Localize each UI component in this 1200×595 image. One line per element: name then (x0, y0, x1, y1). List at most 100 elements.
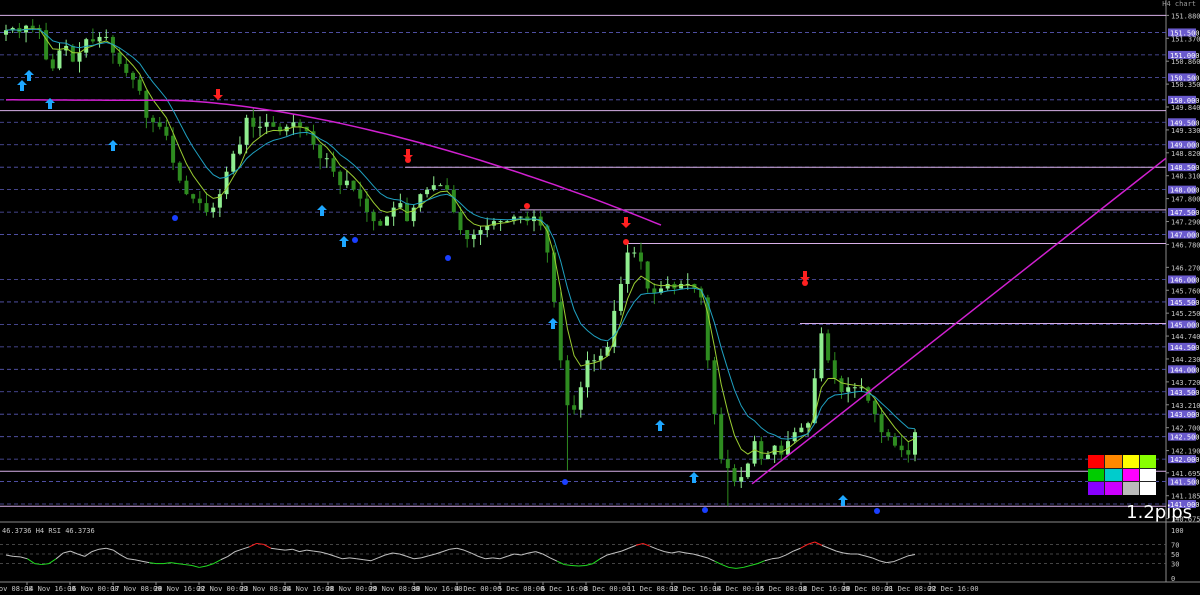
rsi-segment (542, 553, 551, 559)
color-swatch[interactable] (1139, 455, 1156, 468)
color-swatch[interactable] (1139, 482, 1156, 495)
color-swatch[interactable] (1105, 455, 1122, 468)
price-tag-label: 143.000 (1170, 411, 1200, 419)
candle-body (344, 180, 349, 186)
color-swatch[interactable] (1122, 468, 1139, 482)
candle-body (478, 230, 483, 235)
candle-body (792, 432, 797, 442)
color-swatch[interactable] (1088, 482, 1105, 495)
candle-body (725, 459, 730, 469)
rsi-segment (270, 547, 279, 550)
candle-body (291, 122, 296, 127)
candle-body (324, 158, 329, 160)
candle-body (244, 117, 249, 145)
rsi-segment (800, 543, 808, 549)
swing-high-dot (405, 157, 411, 163)
candle-body (679, 283, 684, 289)
candle-body (271, 122, 276, 127)
rsi-segment (721, 564, 730, 568)
rsi-segment (728, 566, 737, 569)
candle-body (572, 405, 577, 410)
color-swatch[interactable] (1088, 455, 1105, 468)
candle-body (130, 72, 135, 80)
candle-body (719, 414, 724, 460)
rsi-segment (463, 549, 472, 554)
rsi-segment (886, 561, 894, 564)
candle-body (371, 212, 376, 222)
rsi-segment (55, 552, 64, 560)
rsi-segment (70, 550, 78, 555)
price-axis-label: 149.330 (1171, 127, 1200, 135)
price-axis-label: 148.310 (1171, 173, 1200, 181)
rsi-segment (828, 547, 837, 552)
rsi-segment (599, 554, 608, 560)
candle-body (852, 387, 857, 389)
rsi-segment (27, 558, 35, 565)
candle-body (90, 39, 95, 42)
down-arrow-icon (621, 217, 631, 228)
color-swatch[interactable] (1139, 468, 1156, 482)
price-axis-label: 147.290 (1171, 219, 1200, 227)
rsi-segment (592, 558, 601, 565)
candle-body (471, 234, 476, 240)
rsi-segment (20, 556, 28, 560)
rsi-segment (757, 560, 765, 565)
rsi-segment (621, 547, 629, 552)
color-swatch[interactable] (1122, 455, 1139, 468)
candle-body (351, 180, 356, 190)
candle-body (826, 333, 831, 361)
candle-body (298, 122, 303, 127)
color-panel[interactable] (1088, 455, 1156, 495)
rsi-segment (91, 548, 100, 553)
rsi-segment (449, 547, 457, 550)
rsi-segment (98, 547, 107, 550)
rsi-segment (893, 558, 901, 563)
rsi-segment (843, 552, 851, 555)
price-tag-label: 150.000 (1170, 97, 1200, 105)
candle-body (732, 468, 737, 482)
rsi-axis-label: 100 (1171, 527, 1184, 535)
up-arrow-icon (548, 318, 558, 329)
candle-body (445, 185, 450, 190)
price-tag-label: 149.000 (1170, 142, 1200, 150)
color-swatch[interactable] (1122, 482, 1139, 495)
candle-body (251, 117, 256, 127)
rsi-segment (406, 555, 415, 560)
fast-ma-line (5, 28, 916, 455)
rsi-segment (506, 553, 515, 557)
rsi-segment (413, 557, 422, 560)
rsi-segment (127, 558, 135, 561)
candle-body (197, 198, 202, 204)
color-swatch[interactable] (1088, 468, 1105, 482)
candle-body (772, 445, 777, 455)
rsi-segment (285, 548, 293, 551)
price-chart[interactable]: 151.880151.370150.860150.350149.840149.3… (0, 0, 1200, 595)
candle-body (157, 122, 162, 127)
candle-body (431, 185, 436, 190)
rsi-segment (213, 559, 221, 565)
candle-body (57, 50, 62, 69)
rsi-segment (399, 553, 407, 557)
price-tag-label: 146.000 (1170, 276, 1200, 284)
candle-body (331, 158, 336, 172)
candle-body (384, 216, 389, 226)
candle-body (104, 36, 109, 38)
color-swatch[interactable] (1105, 468, 1122, 482)
candle-body (765, 454, 770, 460)
rsi-segment (206, 563, 214, 567)
rsi-axis-label: 30 (1171, 561, 1179, 569)
candle-body (712, 360, 717, 415)
candle-body (151, 117, 156, 123)
price-tag-label: 145.500 (1170, 299, 1200, 307)
candle-body (652, 288, 657, 293)
color-swatch[interactable] (1105, 482, 1122, 495)
rsi-segment (249, 542, 257, 548)
candle-body (211, 207, 216, 213)
candle-body (30, 25, 35, 28)
rsi-segment (199, 565, 207, 568)
candle-body (879, 414, 884, 433)
candle-body (231, 153, 236, 172)
rsi-segment (649, 545, 658, 550)
candle-body (899, 445, 904, 451)
candle-body (217, 194, 222, 208)
